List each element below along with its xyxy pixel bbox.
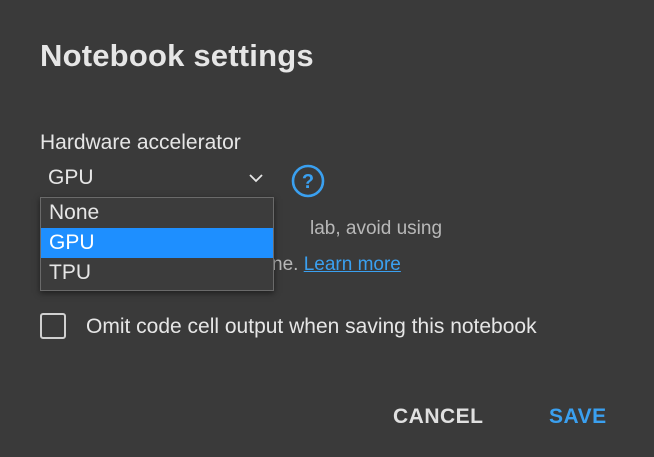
option-tpu[interactable]: TPU	[41, 258, 273, 288]
omit-output-label[interactable]: Omit code cell output when saving this n…	[86, 315, 537, 339]
hardware-accelerator-select[interactable]: GPU	[40, 164, 274, 196]
omit-output-checkbox[interactable]	[40, 313, 66, 339]
learn-more-link[interactable]: Learn more	[304, 254, 401, 275]
option-gpu[interactable]: GPU	[41, 228, 273, 258]
svg-text:?: ?	[302, 171, 314, 193]
save-button[interactable]: SAVE	[549, 405, 607, 429]
cancel-button[interactable]: CANCEL	[393, 405, 484, 429]
info-text-fragment: ne.	[272, 254, 299, 275]
hardware-accelerator-label: Hardware accelerator	[40, 131, 241, 154]
dialog-title: Notebook settings	[40, 38, 314, 73]
select-current-value: GPU	[48, 166, 94, 189]
help-circle-icon[interactable]: ?	[290, 163, 326, 199]
option-none[interactable]: None	[41, 198, 273, 228]
hardware-accelerator-dropdown: None GPU TPU	[40, 197, 274, 291]
accelerator-info-text-2: ne. Learn more	[272, 254, 401, 276]
chevron-down-icon	[249, 174, 263, 183]
accelerator-info-text: lab, avoid using	[310, 218, 443, 239]
